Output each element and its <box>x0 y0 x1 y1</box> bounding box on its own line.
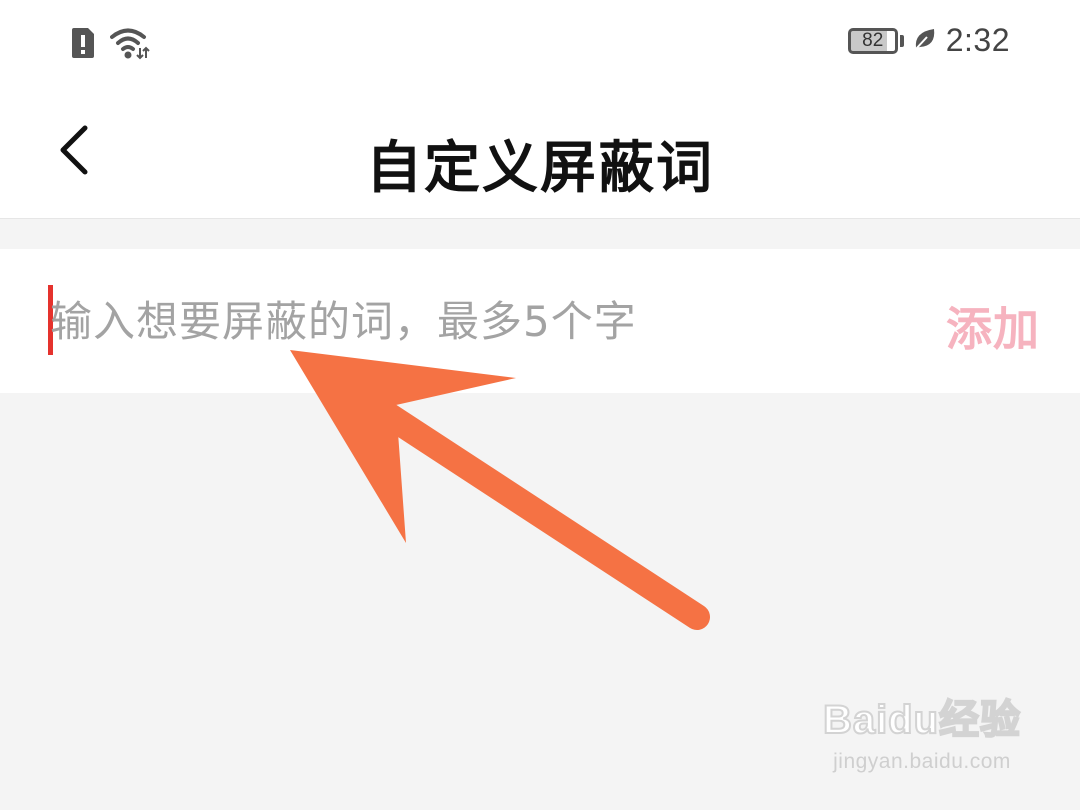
add-button[interactable]: 添加 <box>946 293 1040 359</box>
baidu-watermark: Baidu经验 jingyan.baidu.com <box>822 698 1022 774</box>
watermark-url: jingyan.baidu.com <box>833 750 1011 773</box>
status-time: 2:32 <box>945 22 1010 58</box>
status-bar: 82 2:32 <box>0 0 1080 95</box>
block-word-input[interactable] <box>50 279 890 363</box>
battery-level: 82 <box>862 29 884 51</box>
watermark-brand: Baidu经验 <box>822 698 1022 742</box>
leaf-icon <box>912 26 938 56</box>
app-screen: 82 2:32 自定义屏蔽词 添加 <box>0 0 1080 810</box>
title-bar: 自定义屏蔽词 <box>0 95 1080 219</box>
battery-tip <box>899 34 904 47</box>
battery-icon: 82 <box>847 27 898 54</box>
page-title: 自定义屏蔽词 <box>366 136 714 201</box>
block-word-input-row: 添加 <box>0 249 1080 393</box>
sim-alert-icon <box>70 26 96 64</box>
wifi-icon <box>110 26 150 64</box>
status-bar-right: 82 2:32 <box>847 22 1010 59</box>
status-bar-left <box>70 26 150 64</box>
